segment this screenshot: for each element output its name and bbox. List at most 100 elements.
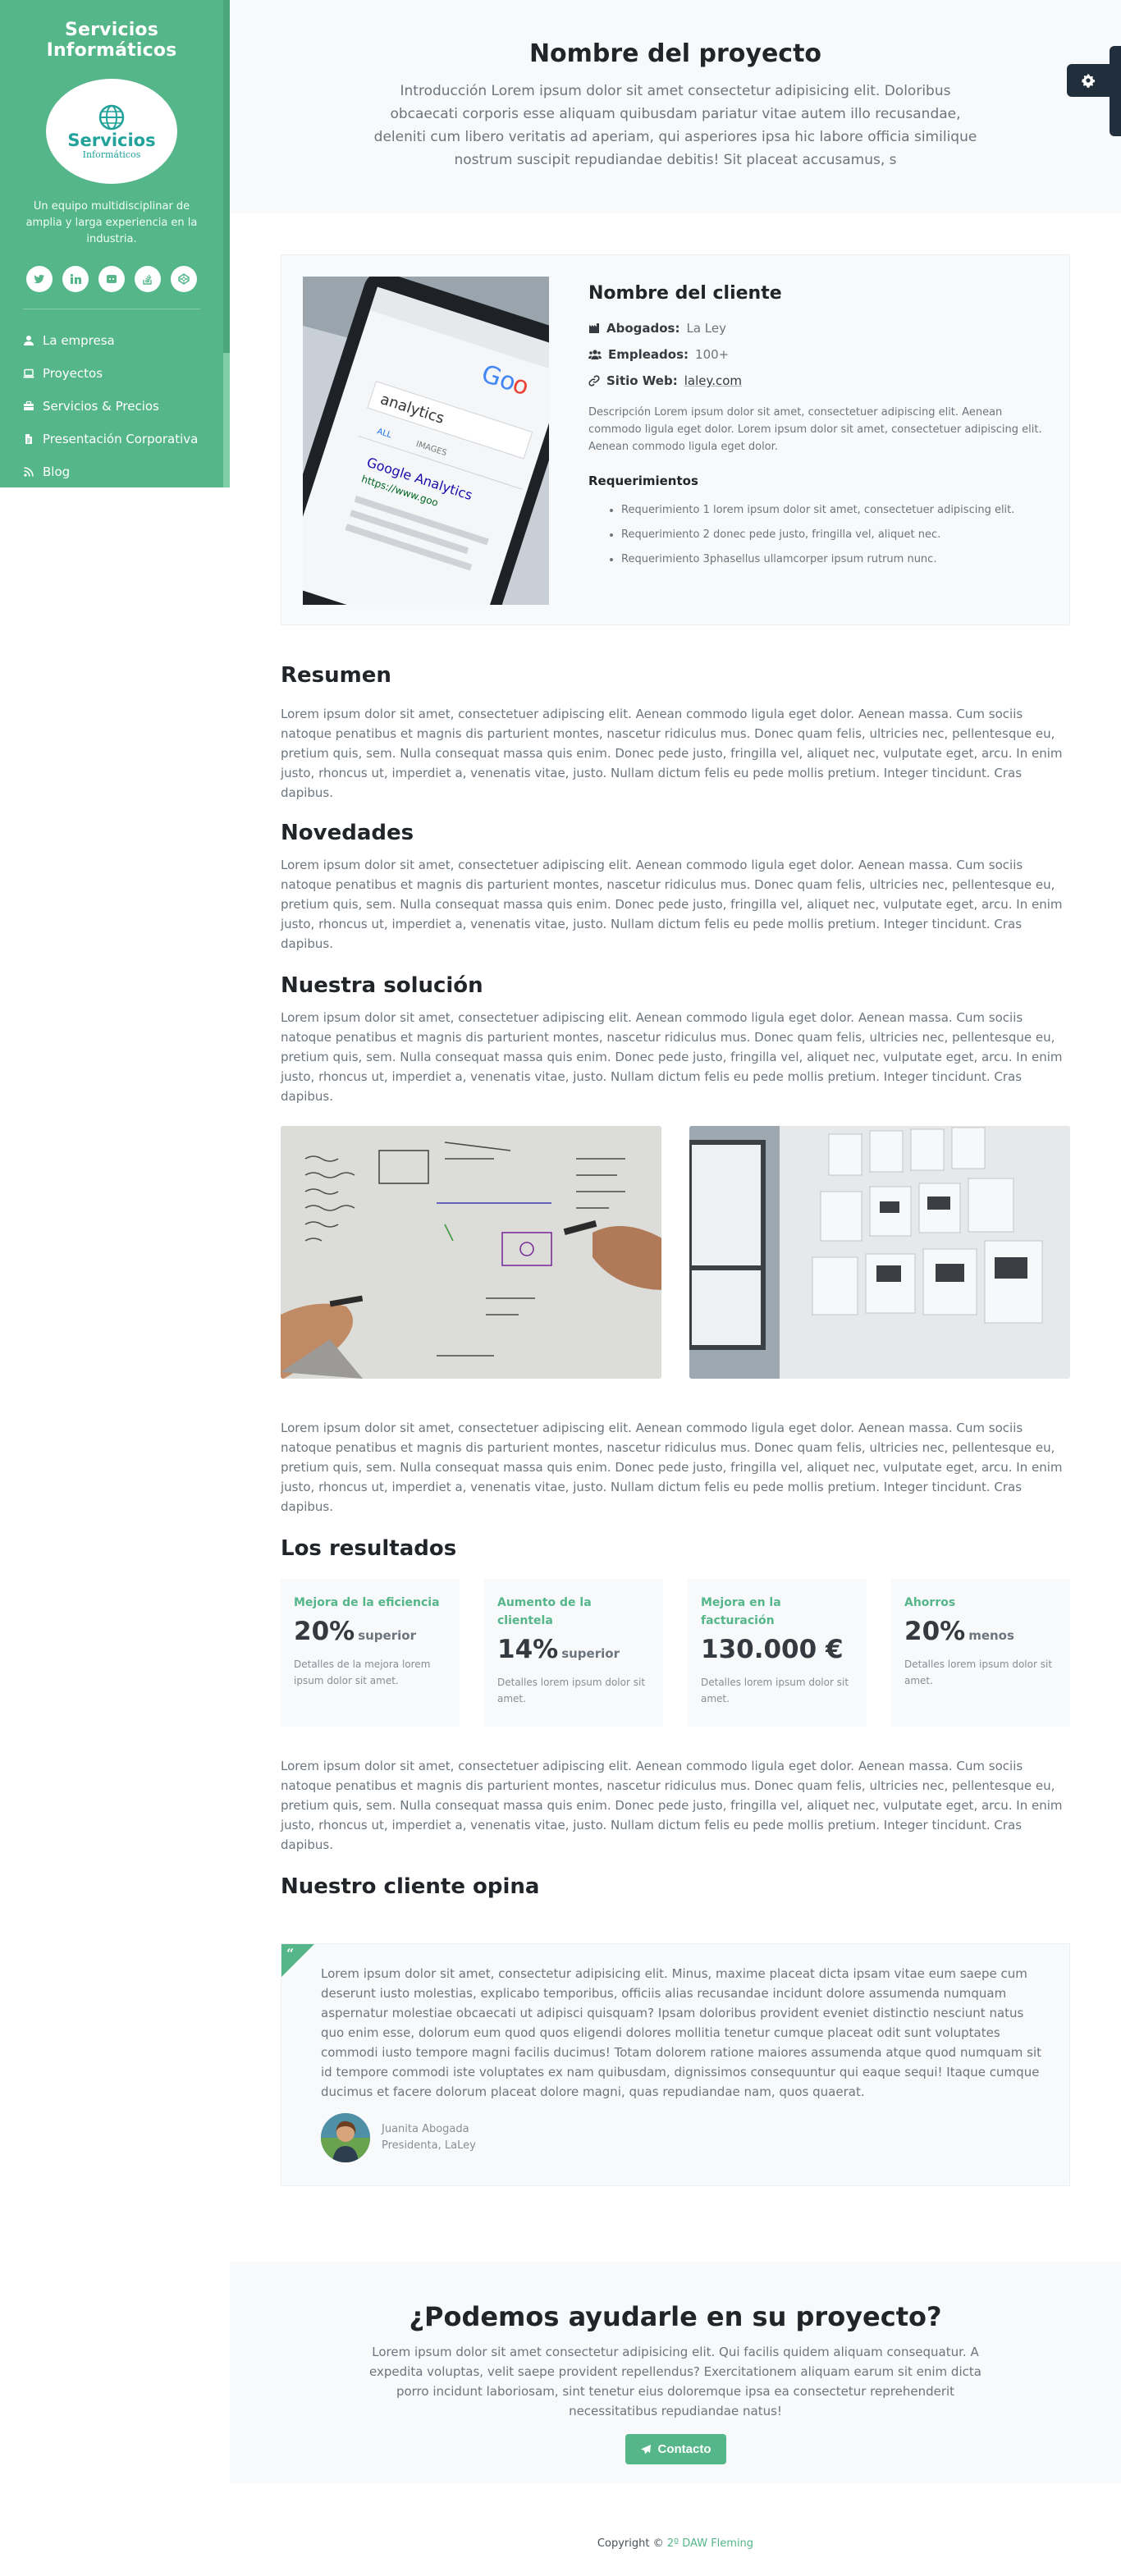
sidebar-item-presentacion[interactable]: Presentación Corporativa (23, 423, 223, 455)
employees-value: 100+ (695, 347, 730, 362)
sidebar-scrollbar[interactable] (223, 0, 230, 353)
section-title-resumen: Resumen (281, 663, 391, 688)
client-name: Nombre del cliente (588, 283, 782, 304)
project-intro: Introducción Lorem ipsum dolor sit amet … (373, 83, 977, 168)
settings-toggle-button[interactable] (1067, 64, 1110, 97)
sidebar-item-la-empresa[interactable]: La empresa (23, 324, 223, 357)
employees-label: Empleados: (608, 347, 689, 362)
list-item: Requerimiento 3phasellus ullamcorper ips… (621, 547, 1048, 572)
codepen-icon[interactable] (171, 266, 197, 292)
stat-unit: menos (968, 1628, 1014, 1643)
stat-description: Detalles lorem ipsum dolor sit amet. (701, 1677, 849, 1704)
logo-word: Servicios (67, 130, 156, 150)
requirements-title: Requerimientos (588, 474, 698, 488)
stat-description: Detalles lorem ipsum dolor sit amet. (904, 1659, 1053, 1686)
client-card: Go o analytics ALL IMAGES Google Analyti… (281, 254, 1070, 625)
contact-card-icon (23, 500, 34, 510)
author-name: Juanita Abogada (382, 2123, 469, 2135)
stat-title: Aumento de la clientela (497, 1596, 592, 1627)
sidebar-item-servicios-precios[interactable]: Servicios & Precios (23, 390, 223, 423)
stat-card: Mejora de la eficiencia 20% superior Deta… (281, 1579, 460, 1727)
stat-unit: superior (561, 1646, 620, 1661)
novedades-text: Lorem ipsum dolor sit amet, consectetuer… (281, 858, 1063, 951)
sector-value: La Ley (686, 321, 726, 336)
section-title-resultados: Los resultados (281, 1536, 457, 1561)
github-icon[interactable] (98, 266, 125, 292)
stat-card: Ahorros 20% menos Detalles lorem ipsum do… (891, 1579, 1070, 1727)
website-label: Sitio Web: (606, 373, 678, 388)
briefcase-icon (24, 400, 34, 410)
client-sector: Abogados: La Ley (588, 315, 1048, 341)
sidebar-item-contacto[interactable]: Contacto (23, 488, 223, 521)
stack-overflow-icon[interactable] (135, 266, 161, 292)
sidebar-item-blog[interactable]: Blog (23, 455, 223, 488)
footer: Copyright © 2º DAW Fleming (230, 2537, 1121, 2550)
cta-text: Lorem ipsum dolor sit amet consectetur a… (369, 2345, 981, 2418)
testimonial-text: Lorem ipsum dolor sit amet, consectetur … (321, 1966, 1042, 2099)
project-header: Nombre del proyecto Introducción Lorem i… (230, 0, 1121, 213)
industry-icon (589, 323, 599, 333)
file-icon (25, 434, 32, 444)
quote-icon: “ (286, 1946, 295, 1961)
section-title-opina: Nuestro cliente opina (281, 1874, 540, 1899)
contact-button[interactable]: Contacto (625, 2434, 726, 2464)
sidebar-item-label: Servicios & Precios (43, 399, 159, 414)
sidebar-item-label: Contacto (43, 497, 98, 512)
stat-unit: superior (358, 1628, 416, 1643)
settings-panel-edge (1110, 46, 1121, 136)
social-links (0, 266, 223, 292)
stat-description: Detalles lorem ipsum dolor sit amet. (497, 1677, 646, 1704)
requirements-list: Requerimiento 1 lorem ipsum dolor sit am… (588, 498, 1048, 572)
stat-value: 20% superior (294, 1617, 416, 1646)
stat-title: Mejora en la facturación (701, 1596, 781, 1627)
sidebar-item-label: Blog (43, 464, 71, 479)
user-icon (24, 336, 34, 345)
testimonial-card: “ Lorem ipsum dolor sit amet, consectetu… (281, 1943, 1070, 2186)
company-logo[interactable]: Servicios Informáticos (46, 79, 177, 184)
client-website: Sitio Web: laley.com (588, 368, 1048, 394)
logo-subtitle: Informáticos (82, 149, 141, 160)
footer-link[interactable]: 2º DAW Fleming (667, 2537, 753, 2550)
brand-title[interactable]: Servicios Informáticos (0, 0, 223, 61)
sidebar-item-label: La empresa (43, 333, 115, 348)
stat-card: Aumento de la clientela 14% superior Deta… (484, 1579, 663, 1727)
cta-title: ¿Podemos ayudarle en su proyecto? (409, 2301, 942, 2332)
resumen-text: Lorem ipsum dolor sit amet, consectetuer… (281, 707, 1063, 800)
call-to-action: ¿Podemos ayudarle en su proyecto? Lorem … (230, 2262, 1121, 2483)
stat-value: 20% menos (904, 1617, 1014, 1646)
results-text: Lorem ipsum dolor sit amet, consectetuer… (281, 1759, 1063, 1852)
testimonial-author: Juanita Abogada Presidenta, LaLey (321, 2113, 476, 2162)
stat-description: Detalles de la mejora lorem ipsum dolor … (294, 1659, 431, 1686)
sidebar: Servicios Informáticos Servicios Informá… (0, 0, 230, 512)
link-icon (588, 375, 600, 387)
list-item: Requerimiento 2 donec pede justo, fringi… (621, 523, 1048, 547)
solution-detail-text: Lorem ipsum dolor sit amet, consectetuer… (281, 1421, 1063, 1514)
blog-icon (24, 467, 34, 477)
website-link[interactable]: laley.com (684, 373, 742, 388)
sector-label: Abogados: (606, 321, 680, 336)
list-item: Requerimiento 1 lorem ipsum dolor sit am… (621, 498, 1048, 523)
stat-value: 14% superior (497, 1635, 620, 1664)
copyright-text: Copyright © (597, 2537, 664, 2550)
stat-value: 130.000 € (701, 1635, 844, 1664)
linkedin-icon[interactable] (62, 266, 89, 292)
section-title-solucion: Nuestra solución (281, 973, 483, 998)
client-employees: Empleados: 100+ (588, 341, 1048, 368)
client-image: Go o analytics ALL IMAGES Google Analyti… (303, 277, 549, 605)
whiteboard-photo (281, 1126, 661, 1379)
globe-icon (98, 104, 125, 130)
author-role: Presidenta, LaLey (382, 2139, 476, 2152)
sidebar-item-label: Presentación Corporativa (43, 432, 199, 446)
client-info: Nombre del cliente Abogados: La Ley Empl… (588, 277, 1048, 572)
solucion-text: Lorem ipsum dolor sit amet, consectetuer… (281, 1010, 1063, 1104)
page-title: Nombre del proyecto (528, 39, 822, 68)
paper-plane-icon (640, 2444, 651, 2454)
gear-icon (1082, 74, 1096, 88)
stat-title: Mejora de la eficiencia (294, 1596, 440, 1609)
laptop-icon (23, 368, 34, 378)
section-title-novedades: Novedades (281, 821, 414, 845)
client-meta: Abogados: La Ley Empleados: 100+ Sitio W… (588, 315, 1048, 394)
twitter-icon[interactable] (26, 266, 53, 292)
sidebar-item-proyectos[interactable]: Proyectos (23, 357, 223, 390)
sidebar-nav: La empresa Proyectos Servicios & Precios… (0, 309, 223, 521)
